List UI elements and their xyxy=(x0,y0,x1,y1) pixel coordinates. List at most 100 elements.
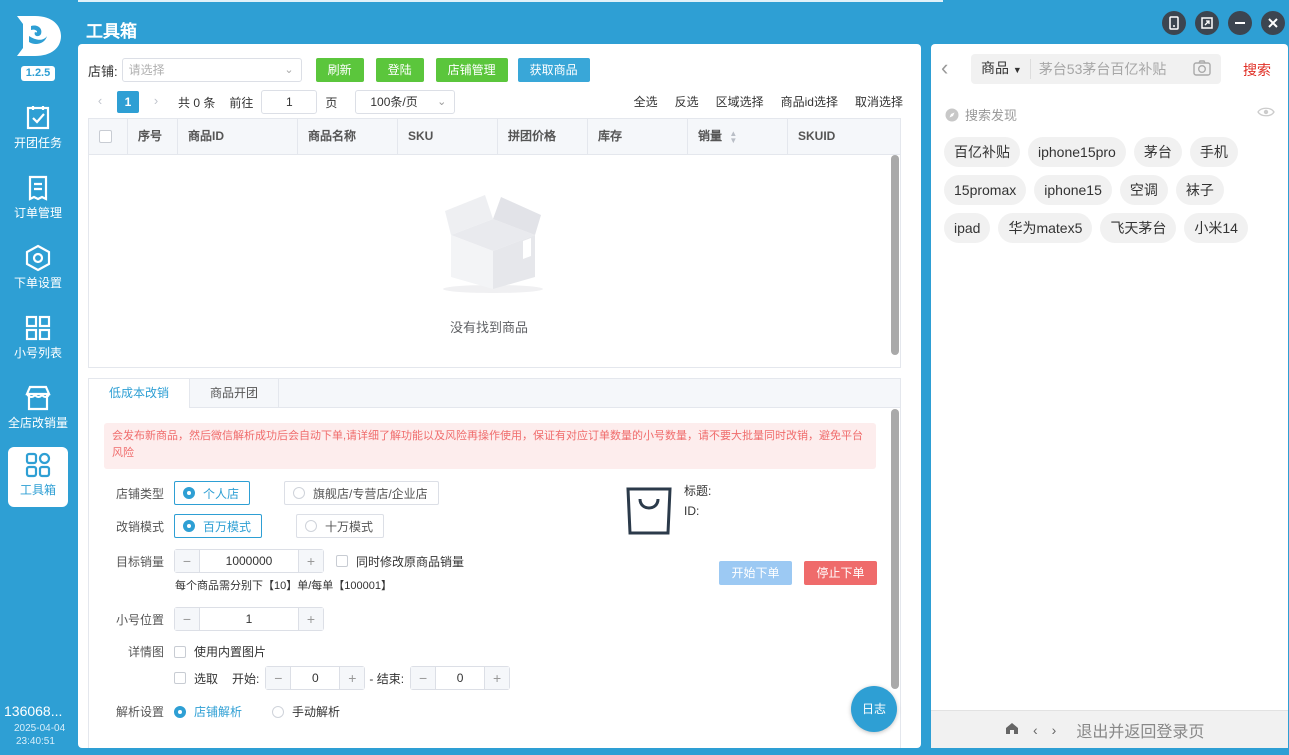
search-input[interactable]: 茅台53茅台百亿补贴 xyxy=(1031,59,1193,79)
hexagon-settings-icon xyxy=(25,244,51,272)
search-chip[interactable]: 小米14 xyxy=(1184,213,1248,243)
increment-button[interactable]: + xyxy=(485,667,510,689)
decrement-button[interactable]: − xyxy=(175,608,199,630)
search-chip[interactable]: 百亿补贴 xyxy=(944,137,1020,167)
search-chip[interactable]: iphone15pro xyxy=(1028,137,1126,167)
home-icon[interactable] xyxy=(1005,722,1019,738)
search-chip[interactable]: 15promax xyxy=(944,175,1027,205)
decrement-button[interactable]: − xyxy=(266,667,291,689)
sort-icon[interactable]: ▲ ▼ xyxy=(729,129,737,144)
phone-mode-button[interactable] xyxy=(1162,11,1186,35)
tab-group-buy[interactable]: 商品开团 xyxy=(190,379,280,407)
compass-icon xyxy=(945,108,959,121)
order-hint: 每个商品需分别下【10】单/每单【100001】 xyxy=(175,580,392,592)
pick-checkbox[interactable] xyxy=(174,672,186,684)
login-button[interactable]: 登陆 xyxy=(375,58,424,82)
form-scrollbar[interactable] xyxy=(891,409,899,689)
parse-manual-radio[interactable]: 手动解析 xyxy=(272,703,340,720)
radio-dot xyxy=(305,520,318,532)
search-category-select[interactable]: 商品 ▼ xyxy=(971,59,1031,79)
next-page-button[interactable]: › xyxy=(144,90,168,114)
search-chip[interactable]: 茅台 xyxy=(1133,137,1182,167)
risk-warning: 会发布新商品，然后微信解析成功后会自动下单,请详细了解功能以及风险再操作使用，保… xyxy=(104,423,876,469)
goto-page-input[interactable]: 1 xyxy=(261,90,318,114)
nav-item-group-tasks[interactable]: 开团任务 xyxy=(8,100,68,160)
page-title: 工具箱 xyxy=(86,22,137,41)
nav-item-accounts[interactable]: 小号列表 xyxy=(8,310,68,370)
end-input[interactable]: 0 xyxy=(435,667,486,689)
column-header: 序号 xyxy=(128,119,178,154)
main-panel: 店铺: 请选择 ⌄ 刷新 登陆 店铺管理 获取商品 ‹ 1 › 共 0 条 前往… xyxy=(78,44,921,748)
search-chip[interactable]: 手机 xyxy=(1189,137,1238,167)
selection-actions: 全选 反选 区域选择 商品id选择 取消选择 xyxy=(634,90,903,114)
shop-manage-button[interactable]: 店铺管理 xyxy=(435,58,508,82)
nav-item-order-settings[interactable]: 下单设置 xyxy=(8,240,68,300)
radio-dot xyxy=(293,487,306,499)
log-button[interactable]: 日志 xyxy=(851,686,897,732)
id-select-link[interactable]: 商品id选择 xyxy=(781,90,838,114)
search-chip[interactable]: ipad xyxy=(944,213,991,243)
start-input[interactable]: 0 xyxy=(290,667,341,689)
decrement-button[interactable]: − xyxy=(175,550,199,572)
parse-shop-radio[interactable]: 店铺解析 xyxy=(174,703,242,720)
minimize-button[interactable] xyxy=(1228,11,1252,35)
forward-icon[interactable]: › xyxy=(1052,722,1057,738)
sync-original-checkbox[interactable] xyxy=(336,555,348,567)
radio-label: 百万模式 xyxy=(203,519,252,534)
search-chip[interactable]: iphone15 xyxy=(1034,175,1112,205)
tab-low-cost-sales[interactable]: 低成本改销 xyxy=(89,379,191,408)
nav-label: 开团任务 xyxy=(13,136,62,150)
restore-button[interactable] xyxy=(1195,11,1219,35)
current-page[interactable]: 1 xyxy=(117,91,139,113)
decrement-button[interactable]: − xyxy=(411,667,436,689)
increment-button[interactable]: + xyxy=(299,550,323,572)
increment-button[interactable]: + xyxy=(299,608,323,630)
target-sales-stepper: − 1000000 + xyxy=(174,549,324,573)
search-chip[interactable]: 空调 xyxy=(1119,175,1168,205)
refresh-button[interactable]: 刷新 xyxy=(315,58,364,82)
table-scrollbar[interactable] xyxy=(891,155,899,355)
nav-item-orders[interactable]: 订单管理 xyxy=(8,170,68,230)
select-all-checkbox[interactable] xyxy=(99,130,112,144)
mode-million-radio[interactable]: 百万模式 xyxy=(174,514,263,538)
search-box[interactable]: 商品 ▼ 茅台53茅台百亿补贴 xyxy=(971,54,1221,84)
back-icon[interactable]: ‹ xyxy=(1033,722,1038,738)
sales-column-header[interactable]: 销量 ▲ ▼ xyxy=(688,119,788,154)
range-select-link[interactable]: 区域选择 xyxy=(716,90,764,114)
back-arrow-icon[interactable]: ‹ xyxy=(941,55,948,81)
increment-button[interactable]: + xyxy=(340,667,365,689)
goods-table: 序号 商品ID 商品名称 SKU 拼团价格 库存 销量 ▲ ▼ SKUID 没有… xyxy=(88,118,901,368)
account-position-input[interactable]: 1 xyxy=(199,608,299,630)
nav-item-store-sales[interactable]: 全店改销量 xyxy=(8,380,68,440)
search-button[interactable]: 搜索 xyxy=(1243,60,1271,80)
start-order-button[interactable]: 开始下单 xyxy=(719,561,792,585)
shop-select[interactable]: 请选择 ⌄ xyxy=(121,58,302,82)
eye-icon[interactable] xyxy=(1257,106,1275,121)
target-sales-row: 目标销量 − 1000000 + 同时修改原商品销量 xyxy=(114,549,464,573)
search-chip[interactable]: 华为matex5 xyxy=(998,213,1093,243)
nav-item-toolbox[interactable]: 工具箱 xyxy=(8,447,68,507)
shop-type-row: 店铺类型 个人店 旗舰店/专营店/企业店 xyxy=(114,481,473,505)
fetch-goods-button[interactable]: 获取商品 xyxy=(517,58,590,82)
search-chip[interactable]: 袜子 xyxy=(1175,175,1224,205)
select-all-link[interactable]: 全选 xyxy=(634,90,658,114)
invert-select-link[interactable]: 反选 xyxy=(675,90,699,114)
camera-icon[interactable] xyxy=(1193,59,1211,79)
target-sales-input[interactable]: 1000000 xyxy=(199,550,299,572)
radio-label: 旗舰店/专营店/企业店 xyxy=(313,486,428,501)
close-button[interactable] xyxy=(1261,11,1285,35)
mode-100k-radio[interactable]: 十万模式 xyxy=(296,514,385,538)
login-datetime: 2025-04-04 23:40:51 xyxy=(14,722,65,748)
exit-to-login-button[interactable]: 退出并返回登录页 xyxy=(1076,718,1204,742)
phone-icon xyxy=(1169,16,1179,30)
search-chip[interactable]: 飞天茅台 xyxy=(1100,213,1177,243)
detail-image-row: 详情图 使用内置图片 xyxy=(114,643,266,660)
shop-type-personal-radio[interactable]: 个人店 xyxy=(174,481,251,505)
stop-order-button[interactable]: 停止下单 xyxy=(804,561,877,585)
cancel-select-link[interactable]: 取消选择 xyxy=(855,90,903,114)
prev-page-button[interactable]: ‹ xyxy=(88,90,112,114)
shop-type-flagship-radio[interactable]: 旗舰店/专营店/企业店 xyxy=(284,481,439,505)
builtin-image-checkbox[interactable] xyxy=(174,645,186,658)
page-size-select[interactable]: 100条/页 ⌄ xyxy=(355,90,456,114)
toolbox-grid-icon xyxy=(25,452,51,478)
